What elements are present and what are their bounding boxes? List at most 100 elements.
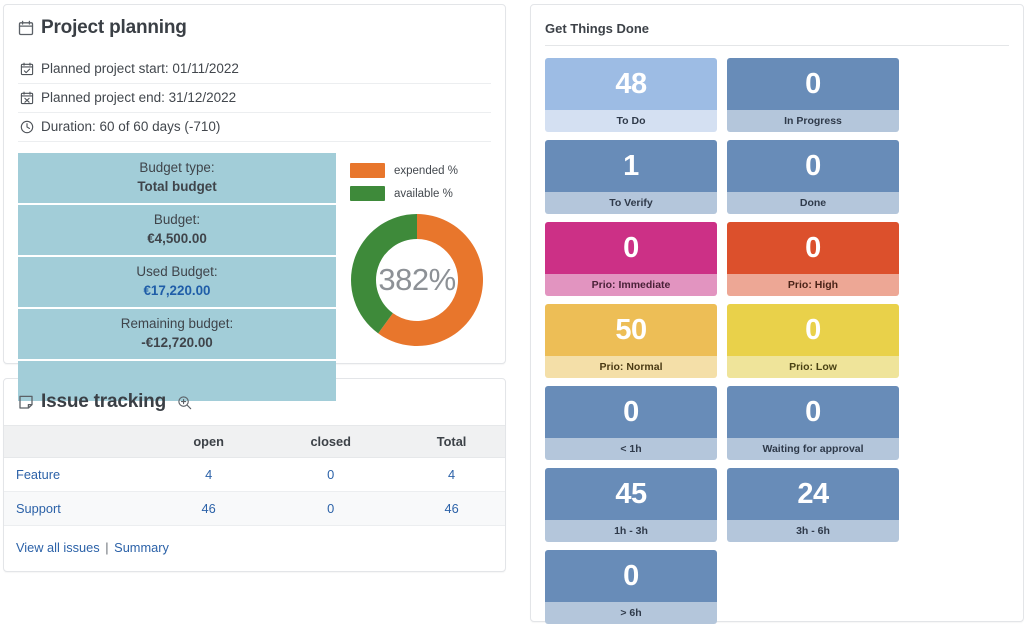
- project-planning-title-text: Project planning: [41, 17, 187, 39]
- calendar-x-icon: [20, 91, 34, 105]
- budget-donut-chart: 382%: [342, 205, 492, 360]
- left-column: Project planning Planned project start: …: [0, 4, 506, 630]
- gtd-tile-value: 0: [727, 304, 899, 356]
- clock-icon: [20, 120, 34, 134]
- gtd-tile-label: Waiting for approval: [727, 438, 899, 460]
- chart-legend: expended % available %: [336, 153, 491, 201]
- gtd-tile-label: > 6h: [545, 602, 717, 624]
- issue-row-open-feature[interactable]: 4: [154, 458, 263, 492]
- gtd-tile-value: 0: [727, 222, 899, 274]
- used-budget-value[interactable]: €17,220.00: [18, 282, 336, 301]
- gtd-tile-label: Prio: Normal: [545, 356, 717, 378]
- legend-swatch-expended: [350, 163, 385, 178]
- issue-row-open-support[interactable]: 46: [154, 492, 263, 526]
- gtd-tile-label: 3h - 6h: [727, 520, 899, 542]
- budget-type-label: Budget type:: [139, 160, 214, 175]
- issue-col-category: [4, 426, 154, 458]
- gtd-tile-done[interactable]: 0Done: [727, 140, 899, 214]
- gtd-tile-to-do[interactable]: 48To Do: [545, 58, 717, 132]
- project-planning-card: Project planning Planned project start: …: [3, 4, 506, 364]
- gtd-tile-waiting-for-approval[interactable]: 0Waiting for approval: [727, 386, 899, 460]
- issue-row-name-feature[interactable]: Feature: [4, 458, 154, 492]
- budget-row-budget: Budget: €4,500.00: [18, 205, 336, 257]
- legend-item-available: available %: [350, 186, 491, 201]
- gtd-tile-label: 1h - 3h: [545, 520, 717, 542]
- gtd-tile-value: 0: [727, 386, 899, 438]
- gtd-tile-in-progress[interactable]: 0In Progress: [727, 58, 899, 132]
- gtd-tile-to-verify[interactable]: 1To Verify: [545, 140, 717, 214]
- gtd-tile-label: Prio: Immediate: [545, 274, 717, 296]
- used-budget-label: Used Budget:: [136, 264, 217, 279]
- planned-start-text: Planned project start: 01/11/2022: [41, 61, 239, 76]
- gtd-tile-grid: 48To Do0In Progress1To Verify0Done0Prio:…: [545, 58, 1009, 624]
- gtd-tile-value: 24: [727, 468, 899, 520]
- budget-section: Budget type: Total budget Budget: €4,500…: [18, 153, 491, 353]
- gtd-tile-label: To Do: [545, 110, 717, 132]
- issue-col-total: Total: [398, 426, 505, 458]
- gtd-tile-value: 0: [545, 222, 717, 274]
- issue-row-total-support[interactable]: 46: [398, 492, 505, 526]
- note-icon: [18, 394, 34, 410]
- gtd-tile-6h[interactable]: 0> 6h: [545, 550, 717, 624]
- budget-row-used: Used Budget: €17,220.00: [18, 257, 336, 309]
- gtd-tile-value: 1: [545, 140, 717, 192]
- planning-rows: Planned project start: 01/11/2022 Planne…: [18, 55, 491, 142]
- budget-table: Budget type: Total budget Budget: €4,500…: [18, 153, 336, 353]
- issue-row-closed-feature[interactable]: 0: [263, 458, 398, 492]
- gtd-tile-label: Prio: High: [727, 274, 899, 296]
- duration-row: Duration: 60 of 60 days (-710): [18, 113, 491, 142]
- gtd-tile-label: Prio: Low: [727, 356, 899, 378]
- gtd-tile-value: 0: [545, 386, 717, 438]
- planned-start-row: Planned project start: 01/11/2022: [18, 55, 491, 84]
- issue-table-header-row: open closed Total: [4, 426, 505, 458]
- gtd-tile-prio-high[interactable]: 0Prio: High: [727, 222, 899, 296]
- view-all-issues-link[interactable]: View all issues: [16, 540, 100, 555]
- dashboard: Project planning Planned project start: …: [0, 0, 1024, 630]
- gtd-tile-3h-6h[interactable]: 243h - 6h: [727, 468, 899, 542]
- issue-col-open: open: [154, 426, 263, 458]
- gtd-tile-value: 0: [727, 140, 899, 192]
- gtd-tile-label: < 1h: [545, 438, 717, 460]
- issue-footer-links: View all issues | Summary: [4, 526, 505, 557]
- gtd-tile-value: 0: [545, 550, 717, 602]
- gtd-tile-1h[interactable]: 0< 1h: [545, 386, 717, 460]
- issue-table: open closed Total Feature 4 0 4 Support …: [4, 425, 505, 526]
- budget-chart-pane: expended % available % 382%: [336, 153, 491, 353]
- budget-value: €4,500.00: [18, 230, 336, 249]
- issue-row-name-support[interactable]: Support: [4, 492, 154, 526]
- legend-label-expended: expended %: [394, 165, 458, 177]
- budget-row-type: Budget type: Total budget: [18, 153, 336, 205]
- magnifier-plus-icon[interactable]: [177, 395, 192, 410]
- legend-swatch-available: [350, 186, 385, 201]
- gtd-tile-value: 45: [545, 468, 717, 520]
- remaining-budget-label: Remaining budget:: [121, 316, 233, 331]
- gtd-tile-prio-low[interactable]: 0Prio: Low: [727, 304, 899, 378]
- gtd-tile-label: To Verify: [545, 192, 717, 214]
- get-things-done-card: Get Things Done 48To Do0In Progress1To V…: [530, 4, 1024, 622]
- legend-item-expended: expended %: [350, 163, 491, 178]
- gtd-tile-prio-immediate[interactable]: 0Prio: Immediate: [545, 222, 717, 296]
- duration-text: Duration: 60 of 60 days (-710): [41, 119, 220, 134]
- link-separator: |: [103, 540, 110, 555]
- planned-end-text: Planned project end: 31/12/2022: [41, 90, 236, 105]
- calendar-icon: [18, 20, 34, 36]
- right-column: Get Things Done 48To Do0In Progress1To V…: [518, 4, 1024, 630]
- gtd-tile-value: 50: [545, 304, 717, 356]
- gtd-tile-prio-normal[interactable]: 50Prio: Normal: [545, 304, 717, 378]
- issue-row-closed-support[interactable]: 0: [263, 492, 398, 526]
- donut-center-label: 382%: [342, 205, 492, 355]
- budget-row-remaining: Remaining budget: -€12,720.00: [18, 309, 336, 361]
- gtd-tile-value: 0: [727, 58, 899, 110]
- issue-tracking-title-text: Issue tracking: [41, 391, 166, 413]
- issue-col-closed: closed: [263, 426, 398, 458]
- table-row: Support 46 0 46: [4, 492, 505, 526]
- calendar-check-icon: [20, 62, 34, 76]
- project-planning-title: Project planning: [18, 17, 491, 39]
- gtd-tile-1h-3h[interactable]: 451h - 3h: [545, 468, 717, 542]
- legend-label-available: available %: [394, 188, 453, 200]
- summary-link[interactable]: Summary: [114, 540, 169, 555]
- issue-row-total-feature[interactable]: 4: [398, 458, 505, 492]
- table-row: Feature 4 0 4: [4, 458, 505, 492]
- gtd-tile-label: In Progress: [727, 110, 899, 132]
- planned-end-row: Planned project end: 31/12/2022: [18, 84, 491, 113]
